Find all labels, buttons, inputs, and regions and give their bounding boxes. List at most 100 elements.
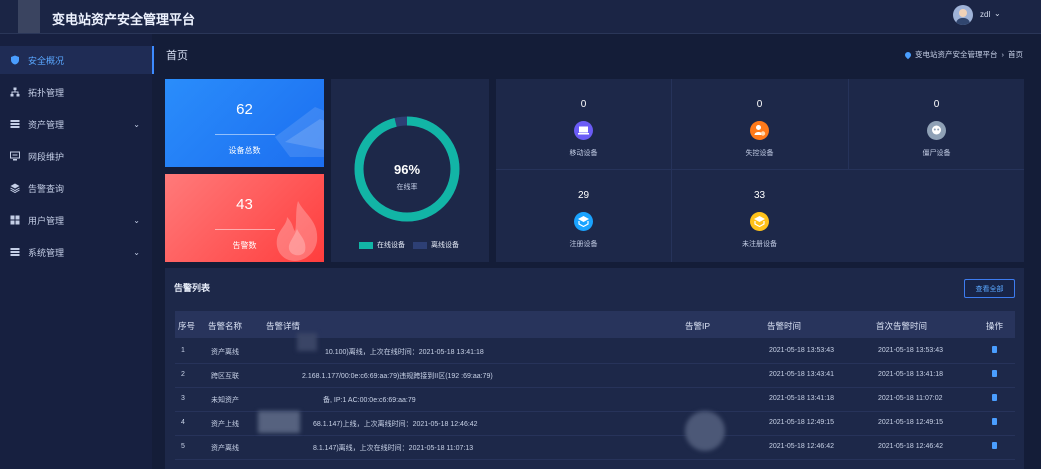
stat-label: 未注册设备 [742,241,777,248]
chevron-down-icon[interactable]: ⌄ [133,216,140,225]
column-header: 首次告警时间 [876,321,928,331]
sidebar-item-security-overview[interactable]: 安全概况 [0,46,154,74]
stat-zombie-devices[interactable]: 0 僵尸设备 [849,79,1024,167]
online-rate-ring: 96% 在线率 [352,114,462,224]
top-bar: 变电站资产安全管理平台 zdl ⌄ [0,0,1041,34]
stat-value: 33 [753,190,766,201]
network-icon [10,151,20,161]
cell-time: 2021-05-18 13:53:43 [769,347,834,354]
stat-value: 0 [580,99,587,110]
stat-label: 失控设备 [745,150,774,157]
trash-icon[interactable] [992,394,997,401]
list-icon [10,247,20,257]
chevron-down-icon[interactable]: ⌄ [133,120,140,129]
cell-no: 3 [181,395,185,402]
cell-detail: 2.168.1.177/00:0e:c6:69:aa:79)违规跨接到II区(1… [302,373,493,380]
device-total-value: 62 [236,101,253,118]
cell-first-time: 2021-05-18 13:41:18 [878,371,943,378]
cell-no: 2 [181,371,185,378]
shield-icon [10,55,20,65]
username[interactable]: zdl [980,10,990,19]
stat-uncontrolled-devices[interactable]: 0 失控设备 [672,79,847,167]
cell-time: 2021-05-18 12:46:42 [769,443,834,450]
page-header: 首页 变电站资产安全管理平台 › 首页 [152,34,1041,70]
cell-first-time: 2021-05-18 12:49:15 [878,419,943,426]
alert-count-label: 告警数 [232,241,257,250]
legend-swatch [413,241,427,249]
cell-no: 4 [181,419,185,426]
alert-list-panel: 告警列表 查看全部 序号 告警名称 告警详情 告警IP 告警时间 首次告警时间 … [165,268,1024,469]
breadcrumb-separator: › [1001,50,1005,59]
cell-time: 2021-05-18 12:49:15 [769,419,834,426]
table-row[interactable]: 5 资产离线 8.1.147)离线，上次在线时间：2021-05-18 11:0… [175,435,1015,460]
stat-value: 29 [577,190,590,201]
device-total-card: 62 设备总数 [165,79,324,167]
chevron-down-icon[interactable]: ⌄ [133,248,140,257]
cell-name: 资产离线 [211,445,239,452]
alert-list-title: 告警列表 [174,283,211,293]
warning-person-icon [750,121,769,140]
logo [18,0,40,33]
cell-name: 跨区互联 [211,373,239,380]
stat-label: 移动设备 [569,150,598,157]
chevron-down-icon[interactable]: ⌄ [994,9,1001,18]
device-stats-panel: 0 移动设备 0 失控设备 0 僵尸设备 29 注册设备 33 未注册设备 [496,79,1024,262]
sidebar-item-label: 安全概况 [28,55,65,66]
trash-icon[interactable] [992,442,997,449]
column-header: 操作 [986,321,1004,331]
column-header: 告警名称 [208,321,243,331]
view-all-button[interactable]: 查看全部 [964,279,1015,298]
cell-name: 资产上线 [211,421,239,428]
redacted-area [685,411,725,451]
sidebar-item-label: 拓扑管理 [28,87,65,98]
sidebar-item-assets[interactable]: 资产管理 ⌄ [0,110,152,138]
trash-icon[interactable] [992,418,997,425]
sidebar-item-alert-query[interactable]: 告警查询 [0,174,152,202]
page-title: 首页 [166,50,188,62]
stat-label: 僵尸设备 [922,150,951,157]
sidebar-item-topology[interactable]: 拓扑管理 [0,78,152,106]
stat-value: 0 [933,99,940,110]
stat-registered-devices[interactable]: 29 注册设备 [496,170,671,258]
cell-first-time: 2021-05-18 11:07:02 [878,395,943,402]
cell-time: 2021-05-18 13:41:18 [769,395,834,402]
cell-first-time: 2021-05-18 12:46:42 [878,443,943,450]
device-total-label: 设备总数 [228,146,261,155]
alert-count-value: 43 [236,196,253,213]
location-icon [903,50,913,59]
cell-first-time: 2021-05-18 13:53:43 [878,347,943,354]
stat-unregistered-devices[interactable]: 33 未注册设备 [672,170,847,258]
redacted-area [258,411,300,433]
sidebar-item-label: 告警查询 [28,183,65,194]
cell-no: 5 [181,443,185,450]
sidebar-item-network-segment[interactable]: 网段维护 [0,142,152,170]
app-title: 变电站资产安全管理平台 [52,12,196,27]
stat-mobile-devices[interactable]: 0 移动设备 [496,79,671,167]
trash-icon[interactable] [992,346,997,353]
table-row[interactable]: 3 未知资产 备, IP:1 AC:00:0e:c6:69:aa:79 2021… [175,387,1015,412]
redacted-area [297,333,317,351]
sidebar-item-label: 资产管理 [28,119,65,130]
sidebar-item-label: 用户管理 [28,215,65,226]
sidebar-item-system[interactable]: 系统管理 ⌄ [0,238,152,266]
trash-icon[interactable] [992,370,997,377]
cell-detail: 备, IP:1 AC:00:0e:c6:69:aa:79 [323,397,416,404]
breadcrumb-item-root[interactable]: 变电站资产安全管理平台 [915,49,998,60]
legend-label: 离线设备 [431,242,459,249]
table-row[interactable]: 4 资产上线 68.1.147)上线，上次离线时间：2021-05-18 12:… [175,411,1015,436]
legend-swatch [359,241,373,249]
cell-name: 未知资产 [211,397,239,404]
sidebar-item-users[interactable]: 用户管理 ⌄ [0,206,152,234]
table-row[interactable]: 2 跨区互联 2.168.1.177/00:0e:c6:69:aa:79)违规跨… [175,363,1015,388]
column-header: 序号 [178,321,196,331]
sidebar: 安全概况 拓扑管理 资产管理 ⌄ 网段维护 告警查询 用户管理 ⌄ 系统管理 ⌄ [0,34,154,469]
breadcrumb-item-current: 首页 [1008,50,1023,59]
unregistered-icon [750,212,769,231]
legend-offline: 离线设备 [413,240,459,250]
divider [215,134,275,135]
sidebar-item-label: 系统管理 [28,247,65,258]
cell-no: 1 [181,347,185,354]
online-rate-value: 96% [393,162,421,177]
avatar[interactable] [953,5,973,25]
column-header: 告警详情 [266,321,301,331]
